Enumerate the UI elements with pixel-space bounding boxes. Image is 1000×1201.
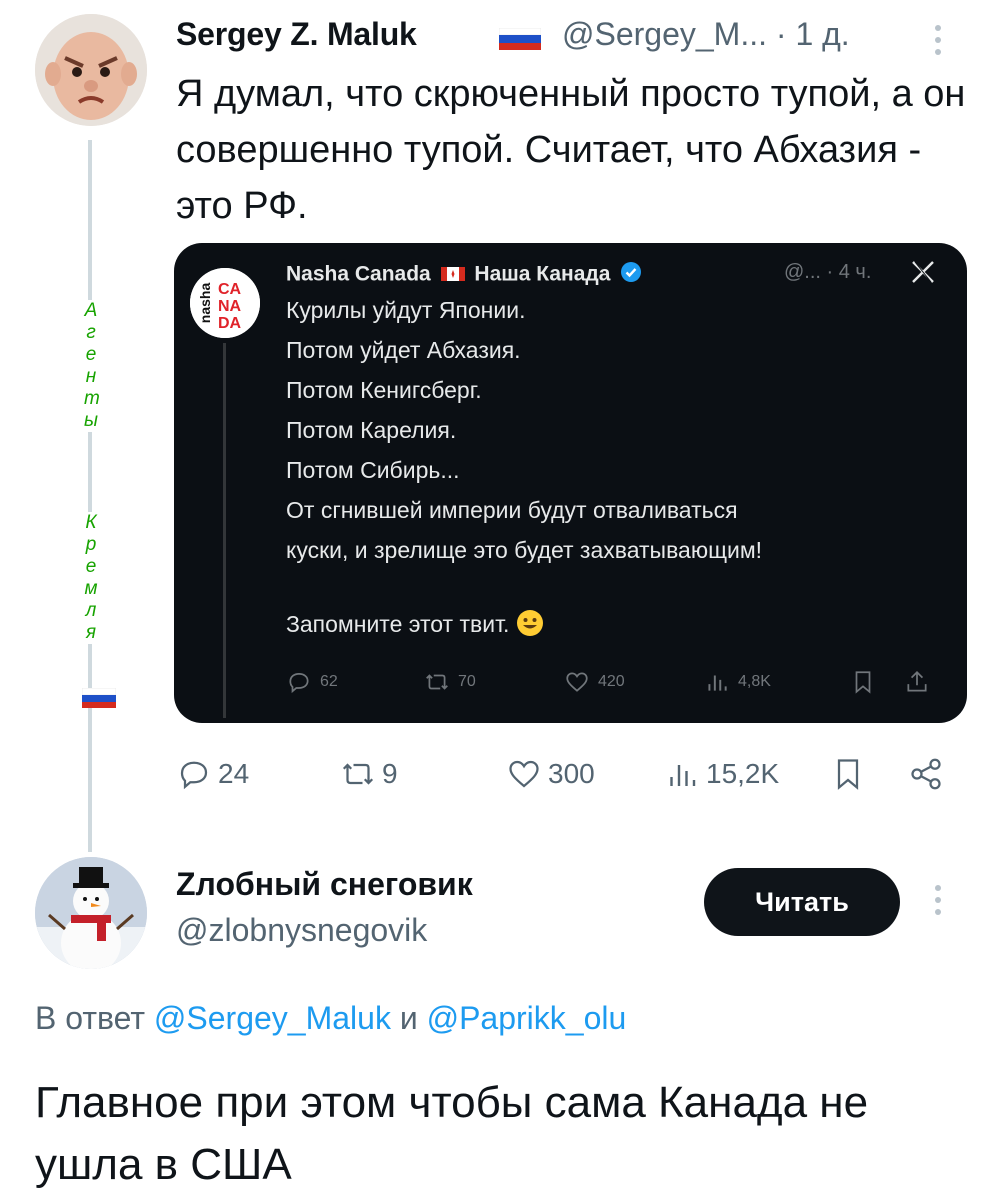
russia-flag-icon (498, 27, 542, 50)
quoted-like-button[interactable]: 420 (564, 667, 625, 697)
mention-link[interactable]: @Paprikk_olu (427, 1000, 627, 1036)
quoted-author-name-latin[interactable]: Nasha Canada (286, 263, 431, 286)
reply-prefix: В ответ (35, 1000, 146, 1036)
bookmark-icon (837, 759, 859, 790)
quoted-text-line: От сгнившей империи будут отваливаться (286, 497, 738, 523)
side-caption-agenty: Агенты (84, 300, 100, 432)
canada-flag-icon (440, 263, 465, 287)
logo-text-ca: CA (218, 281, 242, 298)
quoted-text-line: Курилы уйдут Японии. (286, 297, 526, 323)
quoted-text-line-last: Запомните этот твит. (286, 609, 544, 643)
views-button[interactable]: 15,2K (664, 752, 779, 796)
side-caption-letter: я (85, 622, 97, 643)
quoted-author-name[interactable]: Nasha Canada Наша Канада (286, 261, 642, 289)
share-button[interactable] (908, 752, 944, 796)
reply-count: 24 (218, 758, 250, 789)
retweet-icon (342, 763, 374, 785)
retweet-icon (426, 674, 448, 690)
side-caption-letter: н (85, 366, 97, 387)
side-caption-letter: К (85, 512, 97, 533)
more-icon[interactable] (926, 22, 950, 58)
reply-and: и (399, 1000, 418, 1036)
thread-line (88, 140, 92, 852)
retweet-count: 9 (382, 758, 398, 789)
like-icon (509, 760, 539, 788)
russia-flag-icon (81, 687, 117, 708)
side-caption-letter: м (84, 578, 98, 599)
x-logo-icon (910, 259, 936, 285)
side-caption-letter: р (85, 534, 97, 555)
author-handle[interactable]: @zlobnysnegovik (176, 912, 427, 949)
views-icon (708, 675, 727, 691)
follow-button[interactable]: Читать (704, 868, 900, 936)
retweet-button[interactable]: 9 (340, 752, 398, 796)
quoted-author-name-ru[interactable]: Наша Канада (474, 263, 610, 286)
more-icon[interactable] (926, 882, 950, 918)
quoted-share-button[interactable] (904, 667, 930, 697)
quoted-closing-text: Запомните этот твит. (286, 611, 510, 638)
side-caption-letter: ы (84, 410, 98, 431)
smile-emoji-icon (516, 609, 544, 643)
side-caption-letter: л (85, 600, 97, 621)
logo-vertical-text: nasha (197, 283, 213, 324)
quoted-retweet-button[interactable]: 70 (424, 667, 476, 697)
quoted-text-line: Потом Карелия. (286, 417, 457, 443)
reply-count: 62 (320, 673, 338, 690)
quoted-tweet-card[interactable]: nasha CA NA DA Nasha Canada Наша Канада … (174, 243, 967, 723)
quoted-text-line: Потом Кенигсберг. (286, 377, 482, 403)
side-caption-letter: е (85, 556, 97, 577)
reply-icon (289, 673, 309, 694)
views-icon (670, 765, 696, 786)
views-count: 15,2K (706, 758, 780, 789)
quoted-text-line: куски, и зрелище это будет захватывающим… (286, 537, 763, 563)
quoted-reply-button[interactable]: 62 (286, 667, 338, 697)
quoted-text-line: Потом уйдет Абхазия. (286, 337, 521, 363)
quoted-meta[interactable]: @... · 4 ч. (784, 261, 871, 284)
logo-text-na: NA (218, 298, 242, 315)
quoted-views[interactable]: 4,8K (704, 667, 771, 697)
share-icon (911, 758, 941, 790)
author-handle[interactable]: @Sergey_M... (562, 16, 767, 52)
author-avatar[interactable] (35, 857, 147, 969)
side-caption-letter: т (84, 388, 100, 409)
logo-text-da: DA (218, 315, 242, 332)
author-handle-and-time[interactable]: @Sergey_M... · 1 д. (562, 16, 850, 53)
bookmark-icon (855, 671, 871, 694)
replying-to: В ответ @Sergey_Maluk и @Paprikk_olu (35, 1000, 626, 1037)
side-caption-letter: е (85, 344, 97, 365)
reply-button[interactable]: 24 (176, 752, 249, 796)
nasha-canada-logo[interactable]: nasha CA NA DA (190, 268, 260, 338)
side-caption-letter: А (84, 300, 98, 321)
quoted-bookmark-button[interactable] (850, 667, 876, 697)
share-icon (907, 671, 927, 692)
quoted-text-line: Потом Сибирь... (286, 457, 460, 483)
like-count: 420 (598, 673, 625, 690)
side-caption-letter: г (86, 322, 96, 343)
like-count: 300 (548, 758, 595, 789)
author-avatar[interactable] (35, 14, 147, 126)
retweet-count: 70 (458, 673, 476, 690)
reply-icon (180, 761, 208, 790)
verified-icon (620, 261, 642, 289)
views-count: 4,8K (738, 673, 771, 690)
author-name[interactable]: Sergey Z. Maluk (176, 16, 417, 53)
tweet-text: Я думал, что скрюченный просто тупой, а … (176, 73, 966, 227)
bookmark-button[interactable] (830, 752, 866, 796)
like-button[interactable]: 300 (506, 752, 595, 796)
tweet-text: Главное при этом чтобы сама Канада не уш… (35, 1078, 869, 1189)
side-caption-kremlya: Кремля (84, 512, 98, 644)
like-icon (566, 672, 588, 692)
thread-line (223, 343, 226, 718)
author-name[interactable]: Zлобный снеговик (176, 866, 473, 903)
mention-link[interactable]: @Sergey_Maluk (154, 1000, 391, 1036)
post-time[interactable]: · 1 д. (776, 16, 850, 52)
